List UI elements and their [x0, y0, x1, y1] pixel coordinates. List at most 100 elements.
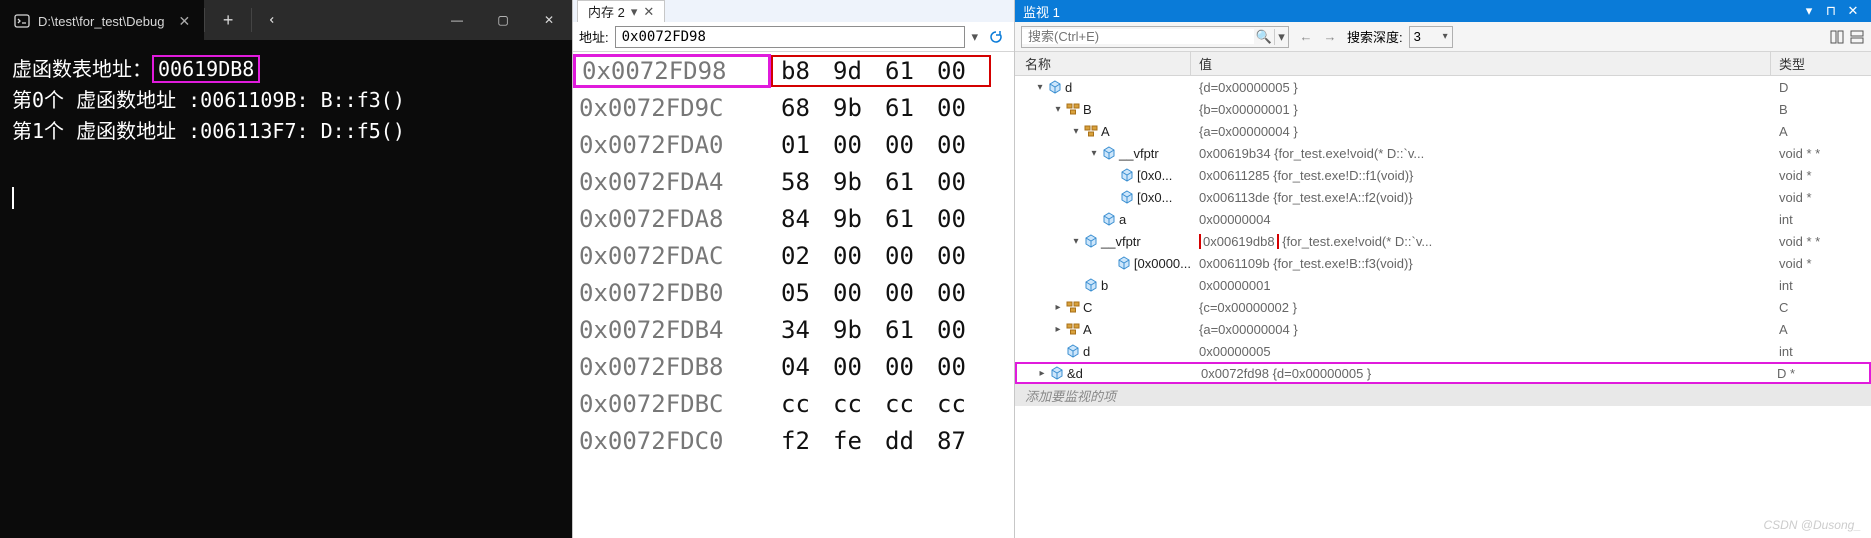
watch-row[interactable]: ▾A{a=0x00000004 }A — [1015, 120, 1871, 142]
close-button[interactable]: ✕ — [526, 0, 572, 40]
tab-dropdown-icon[interactable]: ⌄ — [255, 0, 295, 43]
byte: 00 — [937, 279, 989, 307]
watch-row[interactable]: [0x0000...0x0061109b {for_test.exe!B::f3… — [1015, 252, 1871, 274]
toolbar-button[interactable] — [1829, 29, 1845, 45]
watch-row[interactable]: ▸&d0x0072fd98 {d=0x00000005 }D * — [1015, 362, 1871, 384]
expand-toggle[interactable]: ▾ — [1069, 126, 1083, 137]
byte: 84 — [781, 205, 833, 233]
memory-row: 0x0072FDBCcccccccc — [573, 385, 1014, 422]
cube-icon — [1047, 79, 1063, 95]
separator — [251, 8, 252, 32]
watch-name-cell: ▾ __vfptr — [1015, 145, 1191, 161]
byte: 00 — [885, 131, 937, 159]
variable-name: A — [1083, 322, 1092, 337]
watch-row[interactable]: ▾__vfptr0x00619b34 {for_test.exe!void(* … — [1015, 142, 1871, 164]
memory-address: 0x0072FDB0 — [573, 279, 771, 307]
column-value[interactable]: 值 — [1191, 52, 1771, 75]
dropdown-icon[interactable]: ▾ — [971, 29, 978, 45]
memory-bytes: 02000000 — [771, 242, 989, 270]
search-nav: ← → — [1295, 29, 1341, 44]
pin-icon[interactable]: ▾ — [631, 4, 638, 20]
watch-name-cell: ▸&d — [1017, 365, 1193, 381]
pin-icon[interactable]: ⊓ — [1821, 2, 1841, 20]
watch-name-cell: [0x0... — [1015, 189, 1191, 205]
byte: dd — [885, 427, 937, 455]
watch-value-cell: 0x0072fd98 {d=0x00000005 } — [1193, 366, 1769, 381]
console-output: 虚函数表地址：00619DB8 第0个 虚函数地址 :0061109B: B::… — [0, 40, 572, 232]
terminal-icon — [14, 13, 30, 29]
new-tab-button[interactable]: + — [205, 0, 251, 40]
memory-toolbar: 地址: ▾ — [573, 22, 1014, 52]
watch-columns-header: 名称 值 类型 — [1015, 52, 1871, 76]
memory-rows: 0x0072FD98b89d61000x0072FD9C689b61000x00… — [573, 52, 1014, 538]
console-panel: D:\test\for_test\Debug ✕ + ⌄ — ▢ ✕ 虚函数表地… — [0, 0, 572, 538]
minimize-button[interactable]: — — [434, 0, 480, 40]
watch-row[interactable]: d0x00000005int — [1015, 340, 1871, 362]
memory-address: 0x0072FDA4 — [573, 168, 771, 196]
memory-tab[interactable]: 内存 2 ▾ ✕ — [577, 0, 665, 22]
watch-row[interactable]: [0x0...0x006113de {for_test.exe!A::f2(vo… — [1015, 186, 1871, 208]
watch-name-cell: ▾B — [1015, 101, 1191, 117]
watch-type-cell: void * * — [1771, 234, 1871, 249]
expand-toggle[interactable]: ▾ — [1033, 82, 1047, 93]
expand-toggle[interactable]: ▾ — [1069, 236, 1083, 247]
expand-toggle[interactable]: ▾ — [1087, 148, 1101, 159]
struct-icon — [1065, 101, 1081, 117]
depth-label: 搜索深度: — [1347, 27, 1403, 46]
window-dropdown-icon[interactable]: ▾ — [1799, 2, 1819, 20]
watch-name-cell: ▾A — [1015, 123, 1191, 139]
byte: f2 — [781, 427, 833, 455]
variable-name: __vfptr — [1119, 146, 1159, 161]
console-line: 虚函数表地址：00619DB8 — [12, 54, 560, 85]
column-name[interactable]: 名称 — [1015, 52, 1191, 75]
byte: 00 — [833, 279, 885, 307]
expand-toggle[interactable]: ▸ — [1051, 302, 1065, 313]
next-result-button[interactable]: → — [1319, 29, 1341, 44]
watch-row[interactable]: ▾__vfptr0x00619db8 {for_test.exe!void(* … — [1015, 230, 1871, 252]
watch-row[interactable]: [0x0...0x00611285 {for_test.exe!D::f1(vo… — [1015, 164, 1871, 186]
byte: cc — [781, 390, 833, 418]
watch-type-cell: C — [1771, 300, 1871, 315]
memory-tabbar: 内存 2 ▾ ✕ — [573, 0, 1014, 22]
cursor — [12, 187, 14, 209]
byte: 9b — [833, 205, 885, 233]
expand-toggle[interactable]: ▸ — [1035, 368, 1049, 379]
toolbar-button[interactable] — [1849, 29, 1865, 45]
watch-row[interactable]: ▾B{b=0x00000001 }B — [1015, 98, 1871, 120]
watch-row[interactable]: b0x00000001int — [1015, 274, 1871, 296]
memory-address: 0x0072FDA8 — [573, 205, 771, 233]
add-watch-row[interactable]: 添加要监视的项 — [1015, 384, 1871, 406]
close-icon[interactable]: ✕ — [1843, 2, 1863, 20]
watch-row[interactable]: ▸A{a=0x00000004 }A — [1015, 318, 1871, 340]
text: : B::f3() — [297, 88, 405, 112]
depth-selector[interactable]: 3 ▾ — [1409, 26, 1453, 48]
watch-row[interactable]: ▾d{d=0x00000005 }D — [1015, 76, 1871, 98]
refresh-button[interactable] — [984, 25, 1008, 49]
watch-type-cell: void * — [1771, 256, 1871, 271]
search-icon[interactable]: 🔍 — [1254, 29, 1274, 45]
watch-value-cell: {a=0x00000004 } — [1191, 124, 1771, 139]
close-icon[interactable]: ✕ — [643, 4, 654, 20]
watch-row[interactable]: a0x00000004int — [1015, 208, 1871, 230]
console-tab[interactable]: D:\test\for_test\Debug ✕ — [0, 0, 204, 40]
watch-type-cell: int — [1771, 278, 1871, 293]
search-input[interactable] — [1022, 29, 1254, 44]
watch-value-cell: 0x00611285 {for_test.exe!D::f1(void)} — [1191, 168, 1771, 183]
byte: 00 — [937, 205, 989, 233]
byte: 00 — [937, 131, 989, 159]
address-input[interactable] — [615, 26, 966, 48]
maximize-button[interactable]: ▢ — [480, 0, 526, 40]
search-dropdown-icon[interactable]: ▾ — [1274, 29, 1288, 45]
watch-type-cell: B — [1771, 102, 1871, 117]
expand-toggle[interactable]: ▸ — [1051, 324, 1065, 335]
column-type[interactable]: 类型 — [1771, 52, 1871, 75]
watch-row[interactable]: ▸C{c=0x00000002 }C — [1015, 296, 1871, 318]
expand-toggle[interactable]: ▾ — [1051, 104, 1065, 115]
watch-title-label: 监视 1 — [1023, 2, 1060, 21]
memory-row: 0x0072FDA001000000 — [573, 126, 1014, 163]
byte: 61 — [885, 57, 937, 85]
prev-result-button[interactable]: ← — [1295, 29, 1317, 44]
watch-type-cell: void * * — [1771, 146, 1871, 161]
tab-close-icon[interactable]: ✕ — [178, 13, 190, 30]
watch-name-cell: [0x0000... — [1015, 255, 1191, 271]
